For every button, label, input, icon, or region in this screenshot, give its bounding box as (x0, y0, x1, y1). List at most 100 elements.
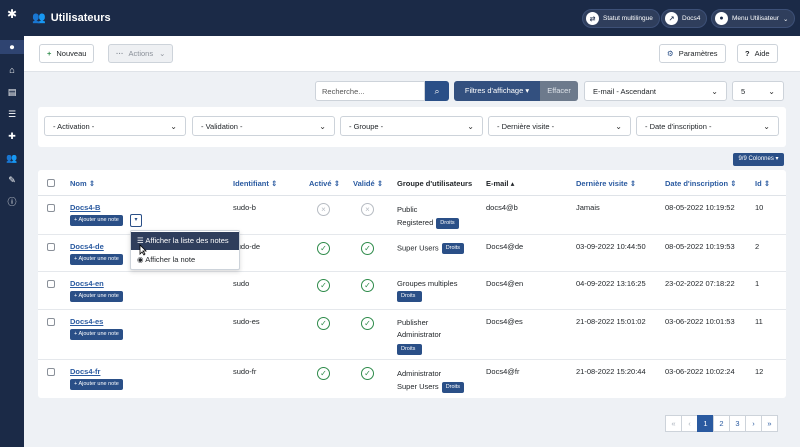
select-all-checkbox[interactable] (47, 179, 55, 187)
activation-filter[interactable]: - Activation - ⌄ (44, 116, 186, 136)
columns-button[interactable]: 9/9 Colonnes ▾ (733, 153, 784, 166)
sort-asc-icon: ▴ (510, 179, 515, 188)
user-groups: Groupes multiples Droits (397, 279, 457, 302)
username: sudo-b (233, 203, 256, 212)
note-dropdown-toggle[interactable]: ▾ (130, 214, 142, 227)
validated-check-icon[interactable]: ✓ (361, 242, 374, 255)
new-button[interactable]: + Nouveau (39, 44, 95, 63)
page-3-button[interactable]: 3 (729, 415, 746, 432)
register-date: 03-06-2022 10:01:53 (665, 317, 735, 326)
user-menu-button[interactable]: ● Menu Utilisateur ⌄ (711, 9, 796, 28)
params-button[interactable]: ⚙ Paramètres (659, 44, 726, 63)
user-groups: Super Users Droits (397, 243, 465, 254)
username: sudo-es (233, 317, 260, 326)
sort-register-date[interactable]: Date d'inscription ⇕ (665, 179, 736, 188)
add-note-button[interactable]: + Ajouter une note (70, 329, 123, 340)
limit-select[interactable]: 5 ⌄ (732, 81, 784, 101)
sort-email[interactable]: E-mail ▴ (486, 179, 514, 188)
page-1-button[interactable]: 1 (697, 415, 714, 432)
user-groups: Administrator Super Users Droits (397, 367, 465, 393)
page-title: 👥 Utilisateurs (32, 12, 111, 24)
actions-button[interactable]: ··· Actions ⌄ (108, 44, 174, 63)
validated-check-icon[interactable]: ✓ (361, 367, 374, 380)
validated-check-icon[interactable]: ✓ (361, 279, 374, 292)
row-checkbox[interactable] (47, 280, 55, 288)
active-check-icon[interactable]: ✓ (317, 242, 330, 255)
chevron-down-icon: ⌄ (467, 121, 474, 131)
sort-username[interactable]: Identifiant ⇕ (233, 179, 277, 188)
file-icon[interactable]: ▤ (0, 85, 24, 99)
user-name-link[interactable]: Docs4-en (70, 279, 104, 288)
register-date: 03-06-2022 10:02:24 (665, 367, 735, 376)
rights-button[interactable]: Droits (441, 243, 465, 254)
multilingual-status-button[interactable]: ⇄ Statut multilingue (582, 9, 660, 28)
filter-options-button[interactable]: Filtres d'affichage ▾ (454, 81, 540, 101)
row-checkbox[interactable] (47, 368, 55, 376)
filter-bar: - Activation - ⌄ - Validation - ⌄ - Groupe… (38, 107, 786, 147)
users-table: Nom ⇕ Identifiant ⇕ Activé ⇕ Validé ⇕ Gr… (38, 170, 786, 398)
group-filter[interactable]: - Groupe - ⌄ (340, 116, 483, 136)
not-validated-icon[interactable]: × (361, 203, 374, 216)
user-name-link[interactable]: Docs4-B (70, 203, 100, 212)
user-name-link[interactable]: Docs4-fr (70, 367, 100, 376)
question-icon: ? (745, 49, 750, 58)
site-link-button[interactable]: ↗ Docs4 (661, 9, 708, 28)
last-visit: 21-08-2022 15:20:44 (576, 367, 646, 376)
next-page-button[interactable]: › (745, 415, 762, 432)
joomla-logo-icon[interactable]: ✱ (5, 7, 19, 21)
sort-id[interactable]: Id ⇕ (755, 179, 770, 188)
first-page-button[interactable]: « (665, 415, 682, 432)
add-note-button[interactable]: + Ajouter une note (70, 379, 123, 390)
register-date-filter[interactable]: - Date d'inscription - ⌄ (636, 116, 779, 136)
show-note-item[interactable]: ◉ Afficher la note (131, 251, 239, 269)
active-check-icon[interactable]: ✓ (317, 317, 330, 330)
rights-button[interactable]: Droits (441, 381, 465, 393)
row-checkbox[interactable] (47, 243, 55, 251)
info-icon[interactable]: ⓘ (0, 195, 24, 209)
add-note-button[interactable]: + Ajouter une note (70, 254, 123, 265)
sort-validated[interactable]: Validé ⇕ (353, 179, 383, 188)
user-name-link[interactable]: Docs4-es (70, 317, 103, 326)
page-2-button[interactable]: 2 (713, 415, 730, 432)
search-input[interactable]: Recherche... (315, 81, 425, 101)
search-icon[interactable]: ⌕ (425, 81, 449, 101)
chevron-down-icon: ⌄ (768, 86, 775, 96)
clear-button[interactable]: Effacer (540, 81, 578, 101)
validated-check-icon[interactable]: ✓ (361, 317, 374, 330)
caret-down-icon: ▾ (525, 86, 530, 95)
sidebar: ✱ ⏺ ⌂ ▤ ☰ ✚ 👥 ✎ ⓘ (0, 0, 24, 447)
rights-button[interactable]: Droits (397, 291, 422, 302)
sort-select[interactable]: E-mail - Ascendant ⌄ (584, 81, 727, 101)
toggle-icon[interactable]: ⏺ (0, 40, 24, 54)
chevron-down-icon: ⌄ (170, 121, 177, 131)
validation-filter[interactable]: - Validation - ⌄ (192, 116, 335, 136)
rights-button[interactable]: Droits (397, 344, 422, 355)
pagination: « ‹ 1 2 3 › » (665, 415, 778, 432)
inactive-icon[interactable]: × (317, 203, 330, 216)
row-checkbox[interactable] (47, 204, 55, 212)
sort-name[interactable]: Nom ⇕ (70, 179, 95, 188)
add-note-button[interactable]: + Ajouter une note (70, 215, 123, 226)
sort-last-visit[interactable]: Dernière visite ⇕ (576, 179, 636, 188)
sort-icon: ⇕ (376, 179, 384, 188)
wrench-icon[interactable]: ✎ (0, 173, 24, 187)
add-note-button[interactable]: + Ajouter une note (70, 291, 123, 302)
row-checkbox[interactable] (47, 318, 55, 326)
help-button[interactable]: ? Aide (737, 44, 778, 63)
prev-page-button[interactable]: ‹ (681, 415, 698, 432)
rights-button[interactable]: Droits (436, 217, 459, 229)
sort-active[interactable]: Activé ⇕ (309, 179, 340, 188)
show-notes-list-item[interactable]: ☰ Afficher la liste des notes (131, 232, 239, 250)
toolbar: + Nouveau ··· Actions ⌄ ⚙ Paramètres ? Aide (24, 36, 800, 72)
home-icon[interactable]: ⌂ (0, 63, 24, 77)
sort-icon: ⇕ (270, 179, 278, 188)
last-visit-filter[interactable]: - Dernière visite - ⌄ (488, 116, 631, 136)
list-icon[interactable]: ☰ (0, 107, 24, 121)
puzzle-icon[interactable]: ✚ (0, 129, 24, 143)
active-check-icon[interactable]: ✓ (317, 367, 330, 380)
chevron-down-icon: ⌄ (319, 121, 326, 131)
user-name-link[interactable]: Docs4-de (70, 242, 104, 251)
active-check-icon[interactable]: ✓ (317, 279, 330, 292)
last-page-button[interactable]: » (761, 415, 778, 432)
users-icon[interactable]: 👥 (0, 151, 24, 165)
